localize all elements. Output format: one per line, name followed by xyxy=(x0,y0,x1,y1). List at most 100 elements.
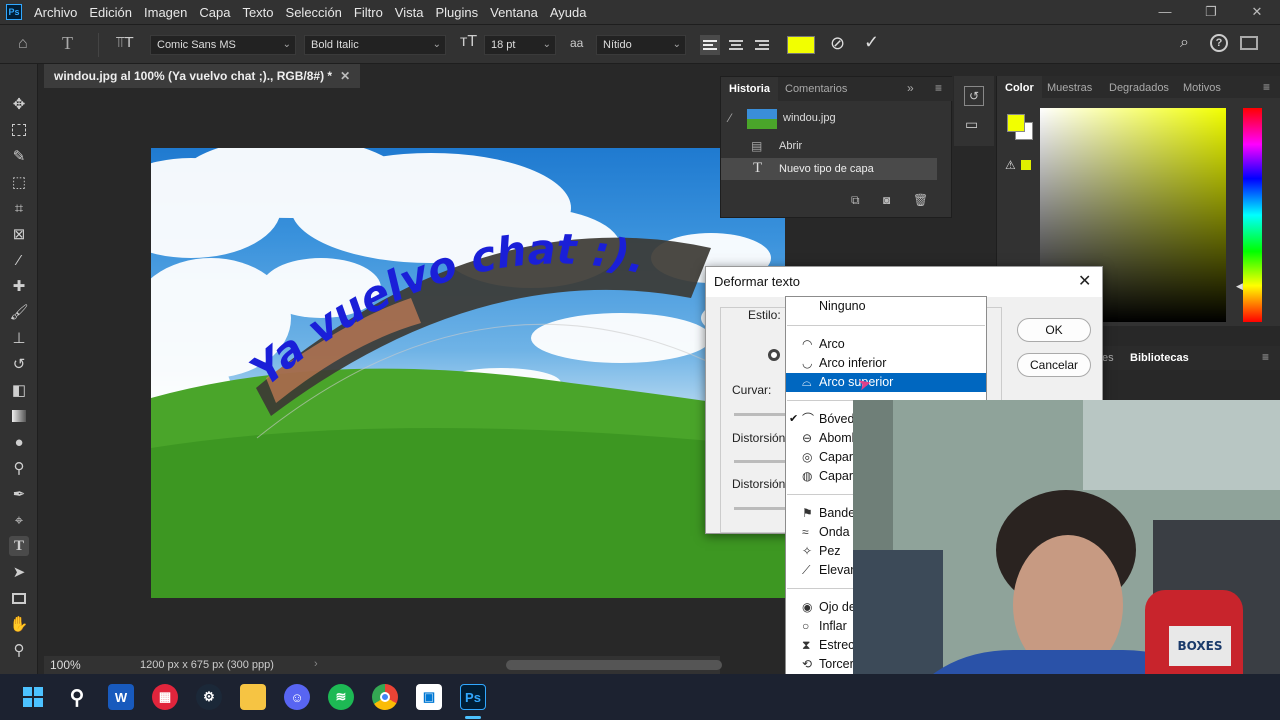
brush-tool-icon[interactable]: 🖌 xyxy=(9,302,29,322)
blur-tool-icon[interactable]: ● xyxy=(9,432,29,452)
search-icon[interactable]: ⚲ xyxy=(64,684,90,710)
help-icon[interactable]: ? xyxy=(1210,34,1228,52)
close-tab-icon[interactable]: ✕ xyxy=(340,69,350,83)
menu-filtro[interactable]: Filtro xyxy=(348,5,389,20)
image-canvas[interactable]: Ya vuelvo chat :). xyxy=(151,148,785,598)
crop-tool-icon[interactable]: ⌗ xyxy=(9,198,29,218)
minimize-button[interactable]: — xyxy=(1142,0,1188,24)
document-tab[interactable]: windou.jpg al 100% (Ya vuelvo chat ;)., … xyxy=(44,64,361,88)
menu-archivo[interactable]: Archivo xyxy=(28,5,83,20)
object-select-icon[interactable]: ⬚ xyxy=(9,172,29,192)
history-item-active[interactable]: T Nuevo tipo de capa xyxy=(721,158,937,180)
menu-texto[interactable]: Texto xyxy=(236,5,279,20)
horizontal-radio[interactable] xyxy=(768,349,780,361)
menu-capa[interactable]: Capa xyxy=(193,5,236,20)
menu-seleccion[interactable]: Selección xyxy=(280,5,348,20)
ok-button[interactable]: OK xyxy=(1017,318,1091,342)
bend-slider[interactable] xyxy=(734,413,786,416)
status-arrow-icon[interactable]: › xyxy=(314,658,318,670)
cancel-edit-icon[interactable]: ⊘ xyxy=(830,33,845,54)
menu-vista[interactable]: Vista xyxy=(389,5,430,20)
comments-panel-icon[interactable]: ▭ xyxy=(965,116,978,133)
style-option-arco-superior[interactable]: ⌓ Arco superior xyxy=(786,373,986,392)
panel-menu-icon[interactable]: ≡ xyxy=(935,81,942,95)
store-icon[interactable]: ▣ xyxy=(416,684,442,710)
quick-select-icon[interactable]: ✎ xyxy=(9,146,29,166)
photoshop-taskbar-icon[interactable]: Ps xyxy=(460,684,486,710)
dodge-tool-icon[interactable]: ⚲ xyxy=(9,458,29,478)
tab-bibliotecas[interactable]: Bibliotecas xyxy=(1122,346,1197,370)
zoom-level[interactable]: 100% xyxy=(50,658,81,672)
style-option-arco-inferior[interactable]: ◡ Arco inferior xyxy=(786,354,986,373)
home-icon[interactable]: ⌂ xyxy=(18,35,28,53)
horizontal-scrollbar[interactable] xyxy=(506,660,722,670)
gamut-swatch[interactable] xyxy=(1021,160,1031,170)
file-explorer-icon[interactable] xyxy=(240,684,266,710)
foreground-color-swatch[interactable] xyxy=(1007,114,1025,132)
hue-slider[interactable] xyxy=(1243,108,1262,322)
close-dialog-icon[interactable]: ✕ xyxy=(1078,271,1091,291)
tab-comentarios[interactable]: Comentarios xyxy=(777,77,855,101)
spotify-icon[interactable]: ≋ xyxy=(328,684,354,710)
cancel-button[interactable]: Cancelar xyxy=(1017,353,1091,377)
new-document-icon[interactable]: ⧉ xyxy=(851,193,860,208)
h-distort-slider[interactable] xyxy=(734,460,786,463)
menu-imagen[interactable]: Imagen xyxy=(138,5,193,20)
move-tool-icon[interactable]: ✥ xyxy=(9,94,29,114)
photoshop-logo[interactable]: Ps xyxy=(0,0,28,24)
menu-plugins[interactable]: Plugins xyxy=(429,5,484,20)
brush-source-icon[interactable]: ⁄ xyxy=(729,111,731,125)
panel-menu-icon[interactable]: ≡ xyxy=(1263,80,1270,94)
antialias-select[interactable]: Nítido ⌄ xyxy=(596,35,686,55)
app-red-icon[interactable]: ▦ xyxy=(152,684,178,710)
align-center-button[interactable] xyxy=(726,35,746,55)
gradient-tool-icon[interactable] xyxy=(9,406,29,426)
v-distort-slider[interactable] xyxy=(734,507,786,510)
type-tool-icon[interactable]: T xyxy=(62,33,73,54)
trash-icon[interactable]: 🗑 xyxy=(913,193,928,207)
text-orientation-icon[interactable]: ⫪T xyxy=(116,34,134,51)
history-brush-icon[interactable]: ↺ xyxy=(9,354,29,374)
font-style-select[interactable]: Bold Italic ⌄ xyxy=(304,35,446,55)
steam-icon[interactable]: ⚙ xyxy=(196,684,222,710)
font-size-select[interactable]: 18 pt ⌄ xyxy=(484,35,556,55)
align-left-button[interactable] xyxy=(700,35,720,55)
history-panel-icon[interactable]: ↺ xyxy=(964,86,984,106)
history-snapshot[interactable]: ⁄ windou.jpg xyxy=(721,105,953,133)
style-option-ninguno[interactable]: Ninguno xyxy=(786,297,986,316)
marquee-tool-icon[interactable] xyxy=(9,120,29,140)
hand-tool-icon[interactable]: ✋ xyxy=(9,614,29,634)
menu-ayuda[interactable]: Ayuda xyxy=(544,5,593,20)
text-color-swatch[interactable] xyxy=(787,36,815,54)
commit-check-icon[interactable]: ✓ xyxy=(864,32,879,53)
menu-edicion[interactable]: Edición xyxy=(83,5,138,20)
tab-degradados[interactable]: Degradados xyxy=(1101,76,1177,100)
align-right-button[interactable] xyxy=(752,35,772,55)
pen-tool-icon[interactable]: ✒ xyxy=(9,484,29,504)
eyedropper-icon[interactable]: ⁄ xyxy=(9,250,29,270)
restore-button[interactable]: ❐ xyxy=(1188,0,1234,24)
search-icon[interactable]: ⌕ xyxy=(1180,34,1189,52)
font-family-select[interactable]: Comic Sans MS ⌄ xyxy=(150,35,296,55)
tab-historia[interactable]: Historia xyxy=(721,77,778,101)
pen-anchor-icon[interactable]: ⌖ xyxy=(9,510,29,530)
hue-slider-handle[interactable]: ◀ xyxy=(1236,281,1243,292)
close-window-button[interactable]: ✕ xyxy=(1234,0,1280,24)
clone-stamp-icon[interactable]: ⊥ xyxy=(9,328,29,348)
type-tool-icon[interactable]: T xyxy=(9,536,29,556)
workspace-icon[interactable] xyxy=(1240,36,1258,50)
word-icon[interactable]: W xyxy=(108,684,134,710)
path-select-icon[interactable]: ➤ xyxy=(9,562,29,582)
frame-tool-icon[interactable]: ⊠ xyxy=(9,224,29,244)
rectangle-tool-icon[interactable] xyxy=(9,588,29,608)
discord-icon[interactable]: ☺ xyxy=(284,684,310,710)
windows-start-icon[interactable] xyxy=(20,684,46,710)
camera-snapshot-icon[interactable]: ◙ xyxy=(883,193,890,207)
menu-ventana[interactable]: Ventana xyxy=(484,5,544,20)
chrome-icon[interactable] xyxy=(372,684,398,710)
panel-menu-icon[interactable]: ≡ xyxy=(1262,350,1269,364)
eraser-icon[interactable]: ◧ xyxy=(9,380,29,400)
style-option-arco[interactable]: ◠ Arco xyxy=(786,335,986,354)
tab-color[interactable]: Color xyxy=(997,76,1042,100)
tab-motivos[interactable]: Motivos xyxy=(1175,76,1229,100)
